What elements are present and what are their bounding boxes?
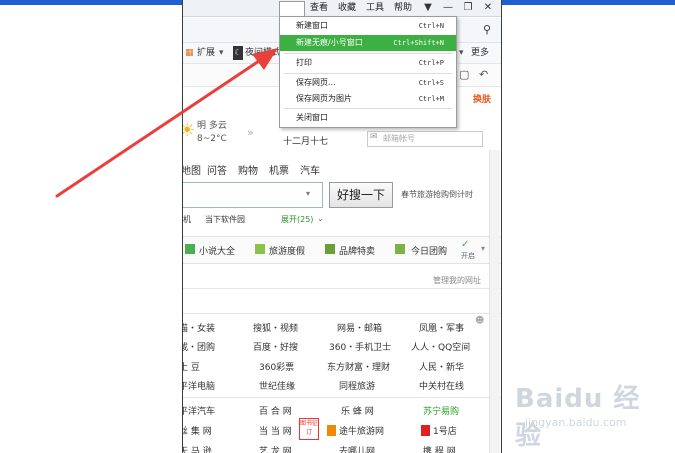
baidu-watermark: Baidu 经验 jingyan.baidu.com: [505, 378, 665, 451]
watermark-brand: Baidu 经验: [515, 384, 641, 451]
watermark-url: jingyan.baidu.com: [525, 416, 627, 429]
